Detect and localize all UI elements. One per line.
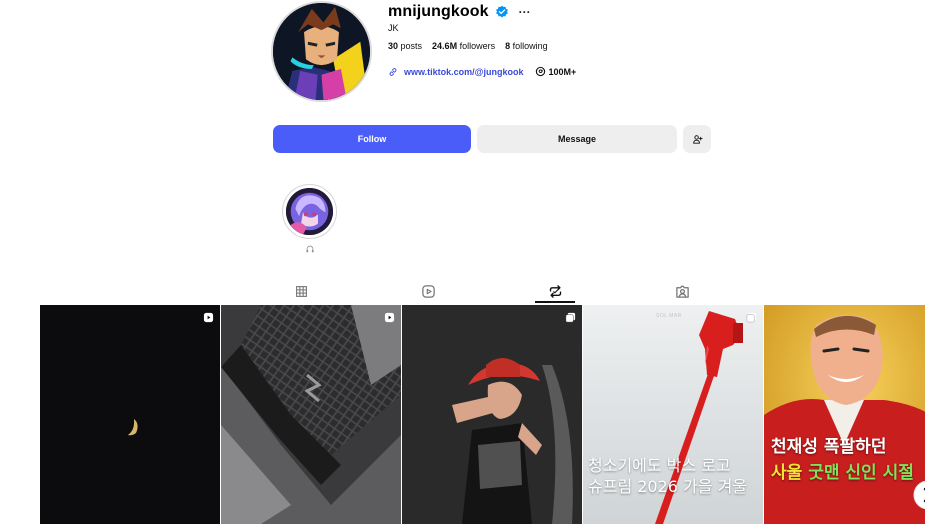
threads-badge[interactable]: 100M+	[535, 66, 576, 77]
following-stat[interactable]: 8 following	[505, 41, 548, 51]
post-5-overlay-line-2: 사울 굿맨 신인 시절	[771, 460, 914, 486]
post-4-overlay-line-2: 슈프림 2026 가을 겨울	[588, 477, 748, 496]
following-count: 8	[505, 41, 511, 51]
reels-icon	[421, 284, 435, 298]
tab-reels[interactable]	[413, 279, 443, 303]
headphones-icon	[306, 245, 314, 253]
add-user-icon	[692, 134, 703, 144]
highlight-cover	[286, 188, 333, 235]
post-5-overlay-line-2b: 굿맨 신인 시절	[808, 463, 914, 483]
username: mnijungkook	[388, 3, 489, 20]
tab-posts[interactable]	[286, 279, 316, 303]
repost-icon	[549, 284, 561, 298]
post-2-image	[221, 305, 401, 524]
profile-avatar[interactable]	[271, 1, 372, 102]
grid-post-5[interactable]: 천재성 폭팔하던 사울 굿맨 신인 시절	[764, 305, 925, 524]
post-grid: SOL MAR 청소기에도 박스 로고 슈프림 2026 가을 겨울 천재성 폭…	[40, 305, 925, 524]
grid-post-1[interactable]	[40, 305, 220, 524]
verified-badge-icon	[495, 5, 508, 18]
grid-icon	[295, 285, 307, 297]
followers-stat[interactable]: 24.6M followers	[432, 41, 495, 51]
posts-label: posts	[400, 41, 423, 51]
profile-stats: 30 posts 24.6M followers 8 following	[388, 41, 548, 51]
post-4-logo: SOL MAR	[656, 313, 682, 319]
external-link[interactable]: www.tiktok.com/@jungkook	[404, 67, 523, 77]
grid-post-2[interactable]	[221, 305, 401, 524]
suggested-users-button[interactable]	[683, 125, 711, 153]
story-highlight[interactable]	[282, 184, 337, 239]
post-4-overlay-line-1: 청소기에도 박스 로고	[588, 456, 731, 475]
highlight-image	[286, 188, 333, 235]
message-button[interactable]: Message	[477, 125, 677, 153]
link-icon	[389, 67, 397, 76]
profile-full-name: JK	[388, 23, 399, 33]
posts-count: 30	[388, 41, 399, 51]
tab-reposts[interactable]	[540, 279, 570, 303]
threads-icon	[536, 66, 546, 77]
tagged-icon	[675, 285, 689, 298]
profile-links: www.tiktok.com/@jungkook 100M+	[388, 66, 576, 77]
grid-post-4[interactable]: SOL MAR 청소기에도 박스 로고 슈프림 2026 가을 겨울	[583, 305, 763, 524]
reel-icon	[203, 312, 214, 323]
post-4-overlay-text: 청소기에도 박스 로고 슈프림 2026 가을 겨울	[588, 455, 747, 497]
threads-count: 100M+	[548, 66, 577, 77]
follow-button[interactable]: Follow	[273, 125, 471, 153]
post-5-overlay-text: 천재성 폭팔하던 사울 굿맨 신인 시절	[771, 434, 914, 486]
followers-label: followers	[459, 41, 496, 51]
post-1-image	[40, 305, 220, 524]
username-row: mnijungkook ···	[388, 2, 531, 22]
post-5-overlay-line-2a: 사울	[771, 463, 809, 483]
post-3-image	[402, 305, 582, 524]
post-5-overlay-line-1: 천재성 폭팔하던	[771, 437, 887, 457]
active-tab-indicator	[535, 301, 575, 303]
avatar-image	[273, 3, 370, 100]
followers-count: 24.6M	[432, 41, 458, 51]
posts-stat: 30 posts	[388, 41, 422, 51]
more-options-icon[interactable]: ···	[519, 6, 531, 18]
profile-tabs	[40, 279, 925, 305]
reel-icon	[384, 312, 395, 323]
tab-tagged[interactable]	[667, 279, 697, 303]
carousel-icon	[565, 312, 576, 323]
following-label: following	[512, 41, 548, 51]
post-5-image	[764, 305, 925, 524]
carousel-icon	[746, 312, 757, 323]
grid-post-3[interactable]	[402, 305, 582, 524]
